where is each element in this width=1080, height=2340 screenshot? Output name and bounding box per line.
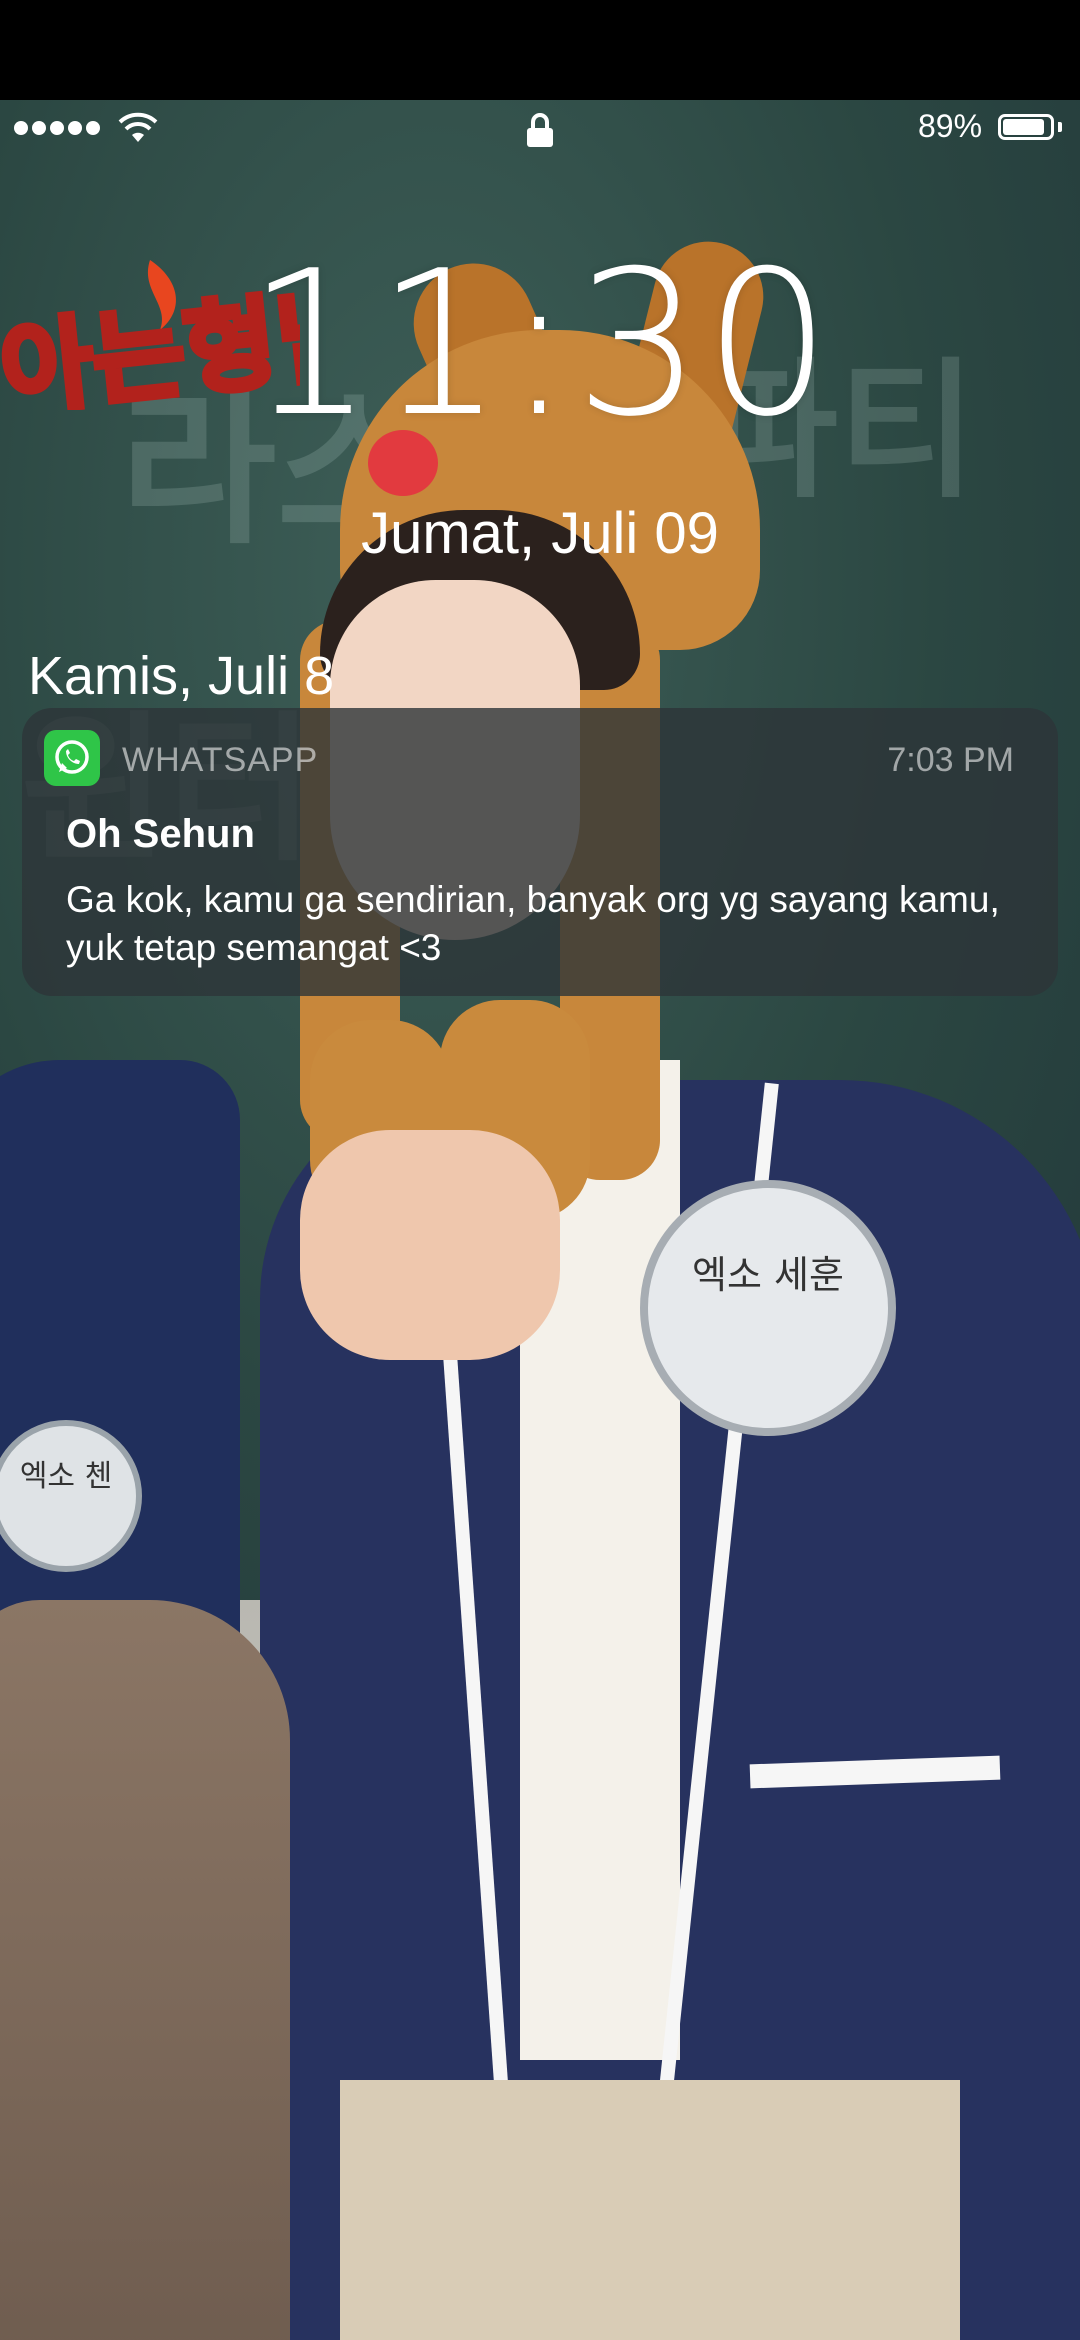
top-black-bar — [0, 0, 1080, 100]
signal-dots-icon — [14, 121, 104, 135]
badge-left-text: 엑소 첸 — [20, 1459, 112, 1494]
whatsapp-icon — [44, 730, 100, 786]
notification-sender: Oh Sehun — [66, 812, 255, 856]
lock-icon — [527, 113, 553, 147]
battery-tip — [1058, 122, 1062, 132]
wifi-icon — [118, 112, 158, 142]
lock-screen-time: 11:30 — [246, 228, 834, 461]
status-bar: 89% — [0, 100, 1080, 160]
wallpaper-name-badge-left: 엑소 첸 — [0, 1420, 142, 1572]
lock-screen-date: Jumat, Juli 09 — [361, 501, 719, 566]
wallpaper-pants — [340, 2080, 960, 2340]
wallpaper-name-badge-right: 엑소 세훈 — [640, 1180, 896, 1436]
notification-message: Ga kok, kamu ga sendirian, banyak org yg… — [66, 879, 1000, 968]
notification-time: 7:03 PM — [887, 741, 1014, 779]
whatsapp-notification[interactable]: WHATSAPP 7:03 PM Oh Sehun Ga kok, kamu g… — [22, 708, 1058, 996]
battery-percentage: 89% — [918, 108, 983, 144]
notification-app-name: WHATSAPP — [122, 741, 319, 779]
battery-level-fill — [1003, 119, 1044, 135]
battery-icon — [998, 114, 1054, 140]
notification-section-date: Kamis, Juli 8 — [28, 646, 335, 706]
badge-right-text: 엑소 세훈 — [692, 1253, 844, 1297]
wallpaper-person-foreground — [0, 1600, 290, 2340]
wallpaper-hands — [300, 1130, 560, 1360]
